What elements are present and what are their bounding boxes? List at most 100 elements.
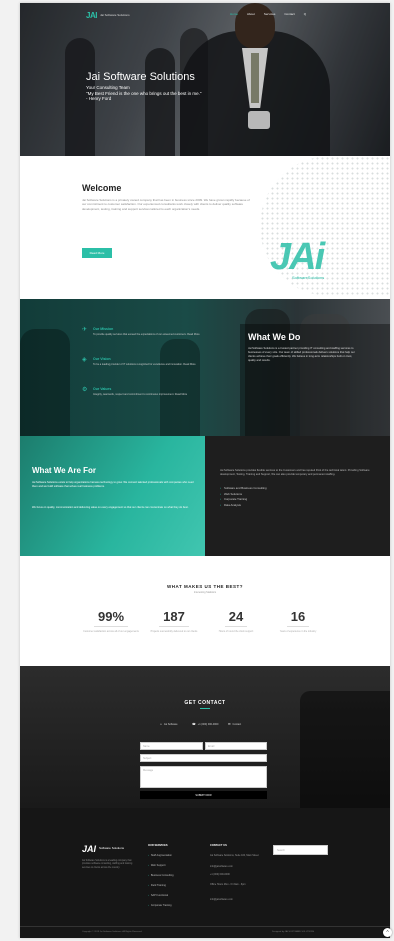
service-desc: To provide quality services that exceed …	[93, 333, 200, 336]
scroll-to-top-button[interactable]: ^	[383, 928, 392, 937]
gear-icon: ⚙	[82, 387, 88, 393]
footer-description: Jai Software Solutions is a leading comp…	[82, 860, 133, 869]
search-icon[interactable]: Q	[304, 12, 306, 16]
footer-phone: +1 (000) 000-0000	[210, 873, 230, 876]
welcome-body: Jai Software Solutions is a privately ow…	[82, 198, 250, 211]
name-field[interactable]: Name	[140, 742, 203, 750]
what-we-are-for-title: What We Are For	[32, 466, 97, 475]
service-title: Our Values	[93, 387, 112, 391]
what-we-are-for-section: What We Are For Jai Software Solutions e…	[20, 436, 390, 556]
footer-logo-text: Software Solutions	[99, 846, 125, 851]
hero-subtitle: Your Consulting Team "My Best Friend is …	[86, 85, 202, 102]
footer-search-input[interactable]: Search	[273, 845, 328, 855]
stat-item: 99% Customer satisfaction across all of …	[80, 608, 142, 633]
service-item: ◈ Our Vision To be a leading provider of…	[82, 357, 233, 367]
team-photo-figure	[20, 329, 70, 436]
title-underline	[200, 708, 210, 709]
welcome-section: Welcome Jai Software Solutions is a priv…	[20, 156, 390, 299]
message-field[interactable]: Message	[140, 766, 267, 788]
read-more-button[interactable]: Read More	[82, 248, 112, 258]
what-we-are-for-panel: What We Are For Jai Software Solutions e…	[20, 436, 205, 556]
stats-title: WHAT MAKES US THE BEST?	[167, 584, 243, 589]
hero-section: JAI Jai Software Solutions Home About Se…	[20, 3, 390, 156]
contact-info-text: +1 (000) 000-0000	[197, 722, 219, 726]
welcome-title: Welcome	[82, 183, 122, 193]
service-desc: To be a leading provider of IT solutions…	[93, 363, 196, 366]
service-desc: Integrity, teamwork, respect and commitm…	[93, 393, 188, 396]
stats-subtitle: Interesting Statistics	[193, 591, 217, 594]
list-item: Data Analysis	[220, 503, 267, 509]
jai-logo: JAi SoftwareSolutions	[270, 236, 370, 280]
footer-logo[interactable]: JAI Software Solutions	[82, 844, 124, 854]
stat-number: 16	[286, 609, 310, 627]
footer-logo-mark: JAI	[82, 844, 97, 854]
footer-link[interactable]: Staff Augmentation	[148, 854, 172, 857]
stat-label: Projects successfully delivered to our c…	[150, 630, 198, 633]
stats-section: WHAT MAKES US THE BEST? Interesting Stat…	[20, 556, 390, 666]
stat-item: 187 Projects successfully delivered to o…	[143, 608, 205, 633]
copyright-text: Copyright © 2019 Jai Software Solutions.…	[82, 931, 143, 933]
stat-label: Hours of round the clock support	[218, 630, 254, 633]
what-we-do-body: Jai Software Solutions is a trusted part…	[248, 347, 355, 362]
panel-texture	[20, 436, 205, 556]
service-title: Our Vision	[93, 357, 111, 361]
what-we-do-title: What We Do	[248, 332, 301, 342]
page: JAI Jai Software Solutions Home About Se…	[20, 3, 390, 938]
jai-logo-mark: JAi	[270, 236, 325, 278]
stat-item: 24 Hours of round the clock support	[205, 608, 267, 633]
footer-link[interactable]: Web Support	[148, 864, 166, 867]
stat-label: Years of experience in the industry	[279, 630, 317, 633]
stat-number: 99%	[93, 609, 129, 627]
footer-address: Jai Software Solutions, Suite 100, Main …	[210, 854, 259, 857]
footer-email[interactable]: info@jaisoftware.com	[210, 865, 265, 868]
subject-field[interactable]: Subject	[140, 754, 267, 762]
what-we-do-section: ✈ Our Mission To provide quality service…	[20, 299, 390, 436]
contact-info-item: ✉ Contact	[228, 722, 241, 726]
location-icon: ⌂	[160, 722, 162, 726]
contact-section: GET CONTACT ⌂ Jai Software ☎ +1 (000) 00…	[20, 666, 390, 808]
services-panel: Jai Software Solutions provides flexible…	[205, 436, 390, 556]
what-we-are-for-text: Jai Software Solutions exists to help or…	[32, 481, 194, 488]
submit-button[interactable]: SUBMIT NOW	[140, 791, 267, 799]
contact-title: GET CONTACT	[184, 700, 226, 706]
service-item: ✈ Our Mission To provide quality service…	[82, 327, 233, 337]
services-intro: Jai Software Solutions provides flexible…	[220, 469, 370, 476]
footer-link[interactable]: SAP Functional	[148, 894, 168, 897]
email-field[interactable]: Email	[205, 742, 267, 750]
diamond-icon: ◈	[82, 357, 87, 363]
logo-text: Jai Software Solutions	[99, 12, 130, 17]
site-logo[interactable]: JAI Jai Software Solutions	[86, 11, 130, 20]
footer: JAI Software Solutions Jai Software Solu…	[20, 808, 390, 938]
logo-mark: JAI	[86, 11, 97, 20]
hero-title: Jai Software Solutions	[86, 71, 195, 83]
footer-bottom-bar: Copyright © 2019 Jai Software Solutions.…	[20, 926, 390, 938]
contact-info-text: Contact	[232, 722, 242, 726]
footer-link[interactable]: Corporate Training	[148, 904, 172, 907]
phone-icon: ☎	[192, 722, 196, 726]
stat-number: 24	[224, 609, 248, 627]
footer-services-heading: OUR SERVICES	[148, 844, 168, 847]
contact-info-item: ⌂ Jai Software	[160, 722, 178, 726]
footer-email-secondary[interactable]: info@jaisoftware.com	[210, 898, 265, 901]
services-list: Software and Business Consulting Web Sol…	[220, 486, 267, 508]
nav-contact[interactable]: Contact	[284, 12, 294, 16]
nav-services[interactable]: Services	[264, 12, 276, 16]
footer-link[interactable]: Field Training	[148, 884, 166, 887]
stat-number: 187	[159, 609, 189, 627]
stat-label: Customer satisfaction across all of our …	[83, 630, 139, 633]
hero-overlay	[20, 3, 390, 156]
main-nav: Home About Services Contact Q	[230, 12, 306, 16]
contact-info-text: Jai Software	[163, 722, 178, 726]
stat-item: 16 Years of experience in the industry	[267, 608, 329, 633]
contact-info-item: ☎ +1 (000) 000-0000	[192, 722, 218, 726]
credit-text: Designed by JAI SOFTWARE SOLUTIONS	[272, 931, 315, 933]
nav-about[interactable]: About	[247, 12, 255, 16]
footer-hours: Office Hours Mon - Fri 9am - 6pm	[210, 883, 246, 886]
nav-home[interactable]: Home	[230, 12, 238, 16]
plane-icon: ✈	[82, 327, 88, 333]
footer-link[interactable]: Business Consulting	[148, 874, 174, 877]
background-chairs	[300, 691, 390, 808]
footer-contact-heading: CONTACT US	[210, 844, 227, 847]
mail-icon: ✉	[228, 722, 231, 726]
service-item: ⚙ Our Values Integrity, teamwork, respec…	[82, 387, 233, 397]
